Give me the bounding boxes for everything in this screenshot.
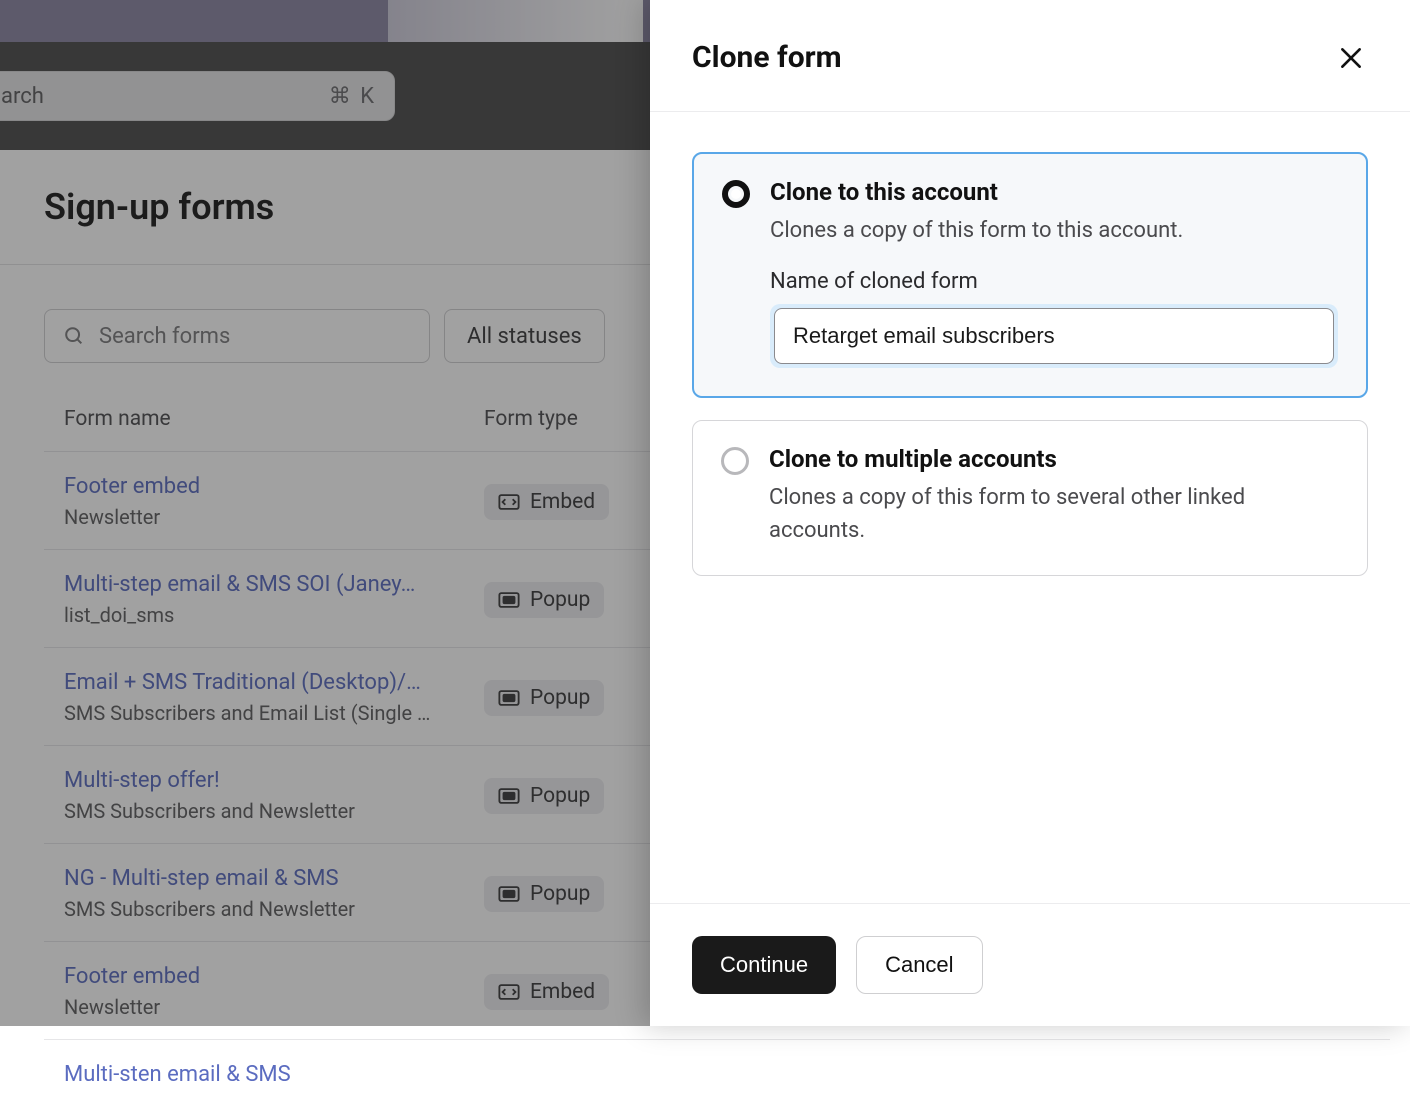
option-clone-this-account[interactable]: Clone to this account Clones a copy of t…: [692, 152, 1368, 398]
radio-this-account[interactable]: [722, 180, 750, 208]
cancel-button[interactable]: Cancel: [856, 936, 982, 994]
clone-name-focus-ring: [770, 304, 1338, 368]
option-clone-multiple-accounts[interactable]: Clone to multiple accounts Clones a copy…: [692, 420, 1368, 576]
continue-button[interactable]: Continue: [692, 936, 836, 994]
close-button[interactable]: [1334, 41, 1368, 75]
panel-title: Clone form: [692, 40, 842, 75]
option-title: Clone to multiple accounts: [769, 445, 1339, 473]
form-name-link[interactable]: Multi-sten email & SMS: [64, 1062, 444, 1087]
table-row[interactable]: Multi-sten email & SMS: [44, 1039, 1390, 1107]
clone-name-input[interactable]: [774, 308, 1334, 364]
panel-footer: Continue Cancel: [650, 903, 1410, 1026]
option-desc: Clones a copy of this form to several ot…: [769, 481, 1339, 547]
close-icon: [1338, 45, 1364, 71]
clone-form-panel: Clone form Clone to this account Clones …: [650, 0, 1410, 1026]
clone-name-label: Name of cloned form: [770, 269, 1338, 294]
panel-header: Clone form: [650, 0, 1410, 112]
panel-body: Clone to this account Clones a copy of t…: [650, 112, 1410, 903]
option-desc: Clones a copy of this form to this accou…: [770, 214, 1338, 247]
radio-multiple-accounts[interactable]: [721, 447, 749, 475]
option-title: Clone to this account: [770, 178, 1338, 206]
